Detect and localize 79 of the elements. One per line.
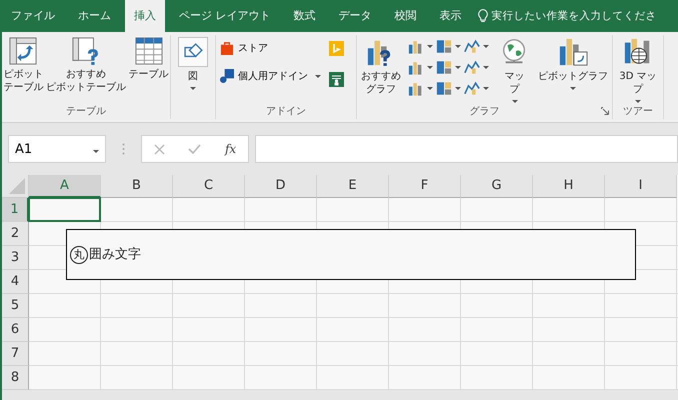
caret-icon	[427, 66, 434, 69]
row-header[interactable]: 7	[2, 342, 29, 366]
shopping-bag-icon	[220, 41, 234, 55]
row-header[interactable]: 1	[2, 198, 29, 222]
ribbon-tab[interactable]: ページ レイアウト	[170, 0, 280, 32]
pivot-chart-button[interactable]: ピボットグラフ	[536, 37, 609, 90]
ribbon-tab[interactable]: ホーム	[69, 0, 120, 32]
group-label: アドイン	[265, 105, 307, 119]
triangle-icon	[9, 178, 25, 194]
chart-type-icon	[464, 39, 480, 54]
ribbon-tab[interactable]: ファイル	[2, 0, 64, 32]
chart-type-icon	[408, 81, 424, 96]
row-header[interactable]: 8	[2, 366, 29, 390]
drag-handle-icon[interactable]	[122, 143, 125, 155]
caret-icon	[455, 87, 462, 90]
check-icon[interactable]	[188, 144, 202, 154]
caret-icon	[427, 45, 434, 48]
people-graph-icon[interactable]	[329, 72, 344, 87]
caret-icon	[455, 45, 462, 48]
pivot-table-icon	[9, 37, 38, 65]
ribbon-tab[interactable]: データ	[330, 0, 380, 32]
row-header[interactable]: 5	[2, 294, 29, 318]
ribbon-tab[interactable]: 校閲	[386, 0, 426, 32]
pivot-table-button[interactable]: ピボット テーブル	[2, 37, 44, 94]
recommended-charts-button[interactable]: おすすめ グラフ	[360, 37, 402, 96]
chart-type-icon	[436, 60, 452, 75]
chart-type-icon	[436, 81, 452, 96]
dialog-launcher-icon[interactable]	[601, 107, 609, 115]
table-question-icon	[72, 37, 100, 65]
row-header[interactable]: 3	[2, 246, 29, 270]
chart-type-icon	[408, 39, 424, 54]
column-header[interactable]: I	[605, 175, 677, 198]
caret-icon	[483, 87, 490, 90]
ribbon-tab[interactable]: 挿入	[125, 0, 165, 32]
name-box[interactable]: A1	[8, 135, 106, 163]
tell-me-search[interactable]: 実行したい作業を入力してくださ	[478, 0, 656, 32]
lightbulb-icon	[478, 9, 488, 23]
insert-function-button[interactable]: fx	[224, 142, 236, 156]
recommended-pivot-table-button[interactable]: おすすめ ピボットテーブル	[44, 37, 127, 94]
column-header[interactable]: H	[533, 175, 605, 198]
formula-input[interactable]	[255, 135, 678, 163]
caret-icon	[455, 66, 462, 69]
cubes-icon	[220, 69, 234, 83]
table-button[interactable]: テーブル	[128, 37, 170, 81]
table-icon	[134, 37, 163, 65]
column-header[interactable]: G	[461, 175, 533, 198]
active-cell[interactable]	[28, 197, 101, 222]
text-box-text: 丸 囲み文字	[70, 245, 141, 264]
group-label: テーブル	[65, 104, 107, 119]
worksheet-grid[interactable]: 丸 囲み文字	[29, 198, 678, 390]
illustrations-button[interactable]: 図	[177, 37, 209, 90]
row-header[interactable]: 4	[2, 270, 29, 294]
chart-type-icon	[464, 81, 480, 96]
chart-type-icon	[436, 39, 452, 54]
row-header[interactable]: 6	[2, 318, 29, 342]
3d-map-button[interactable]: 3D マッ プ	[618, 37, 658, 103]
chart-type-icon	[408, 60, 424, 75]
caret-icon	[483, 45, 490, 48]
column-header[interactable]: F	[389, 175, 461, 198]
caret-icon	[483, 66, 490, 69]
column-header[interactable]: A	[29, 175, 101, 198]
text-box[interactable]: 丸 囲み文字	[66, 229, 636, 280]
pivot-chart-icon	[558, 37, 588, 67]
column-header[interactable]: C	[173, 175, 245, 198]
chart-type-icon	[464, 60, 480, 75]
ribbon-tab[interactable]: 表示	[430, 0, 470, 32]
caret-icon	[93, 150, 99, 152]
store-button[interactable]: ストア	[220, 41, 321, 55]
group-label: ツアー	[622, 105, 654, 119]
shapes-icon	[178, 37, 208, 67]
my-add-ins-button[interactable]: 個人用アドイン	[220, 69, 321, 83]
column-header[interactable]: D	[245, 175, 317, 198]
ribbon-tab[interactable]: 数式	[284, 0, 324, 32]
group-label: グラフ	[468, 105, 500, 119]
row-header[interactable]: 2	[2, 222, 29, 246]
caret-icon	[427, 87, 434, 90]
column-header[interactable]: B	[101, 175, 173, 198]
maps-button[interactable]: マッ プ	[498, 37, 531, 103]
column-header[interactable]: E	[317, 175, 389, 198]
